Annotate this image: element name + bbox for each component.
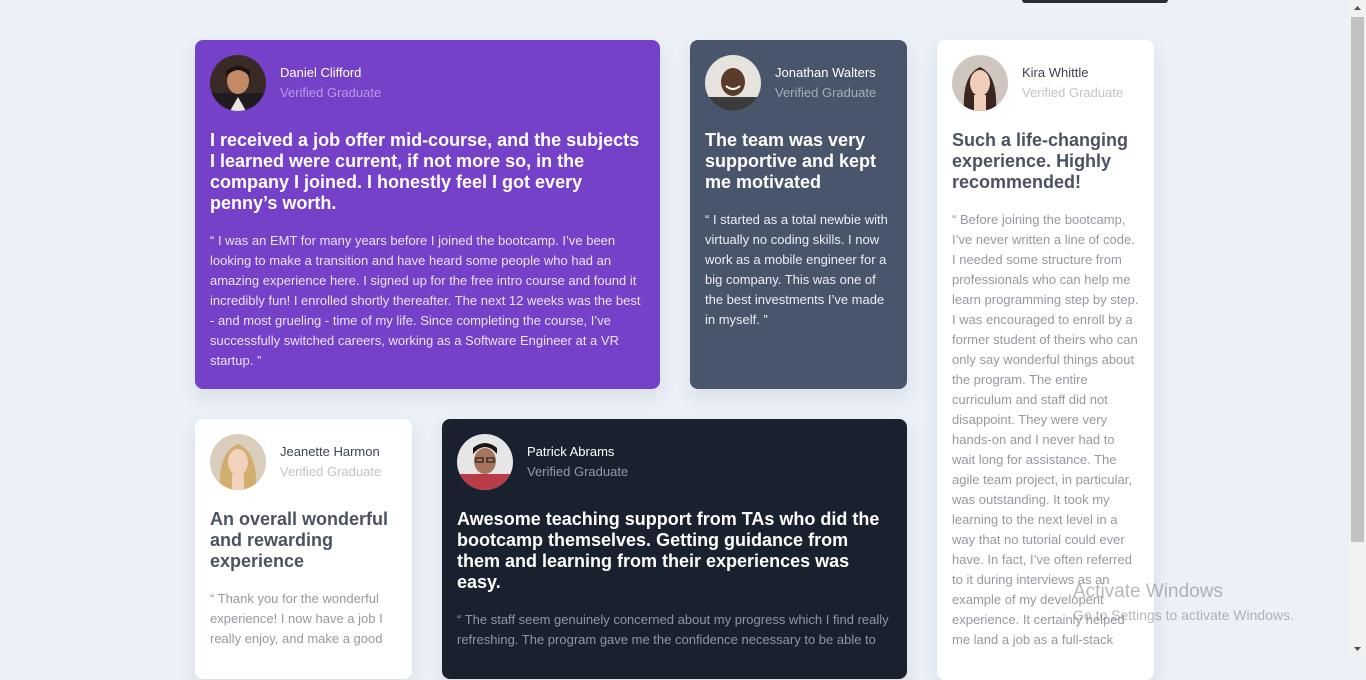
- scroll-down-arrow-icon[interactable]: [1349, 640, 1366, 657]
- card-header: Patrick Abrams Verified Graduate: [457, 434, 892, 490]
- testimonial-card-daniel: Daniel Clifford Verified Graduate I rece…: [195, 40, 660, 389]
- avatar: [210, 434, 266, 490]
- author-role: Verified Graduate: [280, 85, 382, 100]
- testimonial-quote: “ The staff seem genuinely concerned abo…: [457, 612, 889, 647]
- testimonial-quote: “ Thank you for the wonderful experience…: [210, 591, 383, 646]
- testimonial-headline: An overall wonderful and rewarding exper…: [210, 509, 389, 571]
- testimonial-quote: “ I was an EMT for many years before I j…: [210, 233, 641, 368]
- testimonial-card-jonathan: Jonathan Walters Verified Graduate The t…: [690, 40, 907, 389]
- scroll-up-arrow-icon[interactable]: [1349, 0, 1366, 17]
- watermark-title: Activate Windows: [1073, 581, 1223, 602]
- vertical-scrollbar[interactable]: [1349, 0, 1366, 657]
- card-header: Kira Whittle Verified Graduate: [952, 55, 1139, 111]
- author-name: Patrick Abrams: [527, 444, 615, 459]
- avatar: [952, 55, 1008, 111]
- testimonial-headline: Such a life-changing experience. Highly …: [952, 130, 1129, 192]
- activate-windows-watermark: Activate Windows Go to Settings to activ…: [1073, 580, 1294, 626]
- author-role: Verified Graduate: [280, 464, 382, 479]
- avatar: [457, 434, 513, 490]
- testimonial-headline: The team was very supportive and kept me…: [705, 130, 877, 192]
- testimonial-quote: “ I started as a total newbie with virtu…: [705, 212, 888, 327]
- testimonial-card-patrick: Patrick Abrams Verified Graduate Awesome…: [442, 419, 907, 679]
- author-name: Daniel Clifford: [280, 65, 362, 80]
- author-role: Verified Graduate: [527, 464, 629, 479]
- author-role: Verified Graduate: [775, 85, 877, 100]
- author-name: Kira Whittle: [1022, 65, 1089, 80]
- card-header: Daniel Clifford Verified Graduate: [210, 55, 645, 111]
- card-header: Jeanette Harmon Verified Graduate: [210, 434, 397, 490]
- testimonial-card-jeanette: Jeanette Harmon Verified Graduate An ove…: [195, 419, 412, 679]
- author-name: Jonathan Walters: [775, 65, 876, 80]
- author-role: Verified Graduate: [1022, 85, 1124, 100]
- avatar: [705, 55, 761, 111]
- testimonial-headline: Awesome teaching support from TAs who di…: [457, 509, 880, 592]
- scrollbar-thumb[interactable]: [1351, 17, 1364, 542]
- author-name: Jeanette Harmon: [280, 444, 380, 459]
- avatar: [210, 55, 266, 111]
- testimonial-headline: I received a job offer mid-course, and t…: [210, 130, 640, 213]
- card-header: Jonathan Walters Verified Graduate: [705, 55, 892, 111]
- watermark-subtitle: Go to Settings to activate Windows.: [1073, 607, 1294, 623]
- top-bar-fragment: [1022, 0, 1168, 3]
